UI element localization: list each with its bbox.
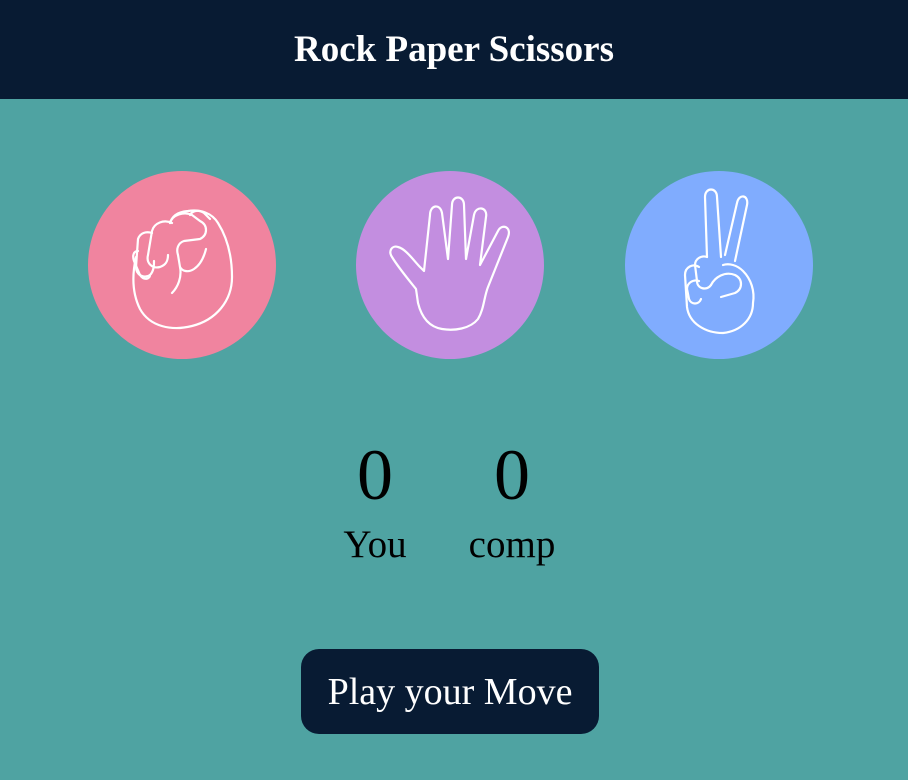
paper-open-hand-icon — [389, 196, 510, 331]
comp-score-label: comp — [468, 523, 556, 566]
play-move-button[interactable]: Play your Move — [301, 649, 599, 734]
comp-score-value: 0 — [494, 435, 530, 515]
choice-paper-button[interactable] — [356, 171, 544, 359]
rock-fist-icon — [132, 209, 234, 330]
app-header: Rock Paper Scissors — [0, 0, 908, 99]
page-title: Rock Paper Scissors — [294, 29, 614, 70]
scissors-peace-hand-icon — [683, 188, 755, 335]
score-user: 0 You — [300, 430, 450, 570]
score-comp: 0 comp — [437, 430, 587, 570]
choice-scissors-button[interactable] — [625, 171, 813, 359]
user-score-value: 0 — [357, 435, 393, 515]
user-score-label: You — [343, 523, 407, 566]
choice-rock-button[interactable] — [88, 171, 276, 359]
